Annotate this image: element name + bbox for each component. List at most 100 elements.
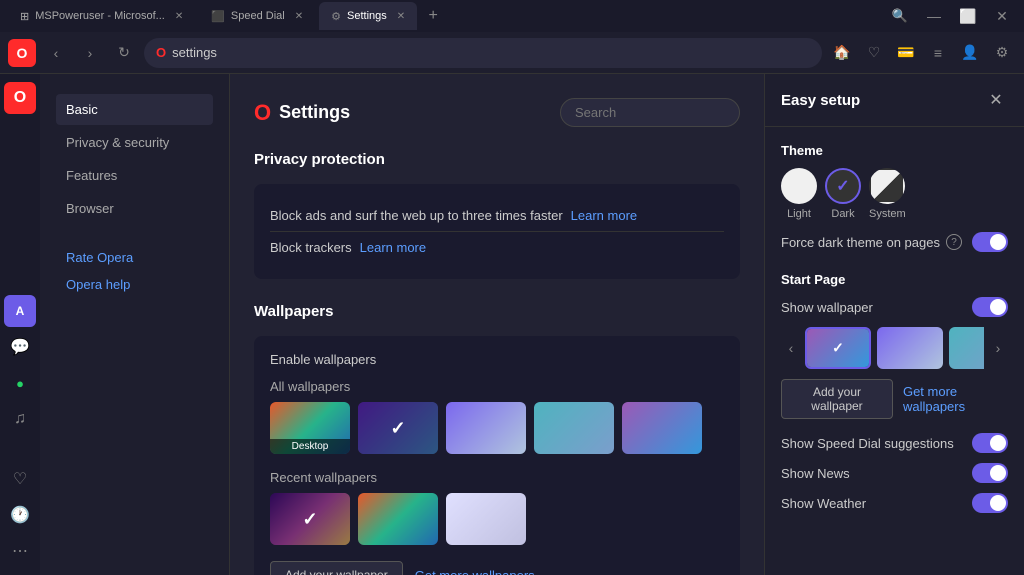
- nav-item-features[interactable]: Features: [56, 160, 213, 191]
- maximize-button[interactable]: ⬜: [954, 2, 982, 30]
- theme-label: Theme: [781, 143, 1008, 158]
- wallpaper-thumb-3[interactable]: [446, 402, 526, 454]
- forward-button[interactable]: ›: [76, 39, 104, 67]
- tab-speeddial[interactable]: ⬛ Speed Dial ✕: [199, 2, 315, 30]
- sidebar-item-aria[interactable]: A: [4, 295, 36, 327]
- sidebar-item-music[interactable]: ♫: [4, 403, 36, 435]
- settings-nav-icon[interactable]: ⚙: [988, 39, 1016, 67]
- new-tab-button[interactable]: +: [421, 4, 445, 28]
- force-dark-toggle[interactable]: [972, 232, 1008, 252]
- home-icon[interactable]: 🏠: [828, 39, 856, 67]
- wallpaper-label-1: Desktop: [270, 439, 350, 454]
- back-button[interactable]: ‹: [42, 39, 70, 67]
- show-news-label: Show News: [781, 466, 850, 481]
- enable-wallpapers-label: Enable wallpapers: [270, 352, 376, 367]
- force-dark-row: Force dark theme on pages ?: [781, 232, 1008, 252]
- sidebar-item-more[interactable]: ⋯: [4, 535, 36, 567]
- add-wallpaper-small-button[interactable]: Add your wallpaper: [781, 379, 893, 419]
- opera-logo[interactable]: O: [8, 39, 36, 67]
- easy-setup-close-button[interactable]: ✕: [984, 88, 1008, 112]
- search-browser-icon[interactable]: 🔍: [886, 2, 914, 30]
- sidebar-item-messenger[interactable]: 💬: [4, 331, 36, 363]
- tab-settings-close[interactable]: ✕: [397, 11, 405, 22]
- nav-link-help[interactable]: Opera help: [56, 271, 213, 298]
- nav-item-privacy[interactable]: Privacy & security: [56, 127, 213, 158]
- nav-item-basic[interactable]: Basic: [56, 94, 213, 125]
- tab-mspoweruser-close[interactable]: ✕: [175, 11, 183, 22]
- address-bar[interactable]: O settings: [144, 38, 822, 68]
- learn-more-ads[interactable]: Learn more: [571, 208, 637, 223]
- recent-thumb-3[interactable]: [446, 493, 526, 545]
- wallpaper-actions: Add your wallpaper Get more wallpapers: [270, 561, 724, 575]
- show-wallpaper-row: Show wallpaper: [781, 297, 1008, 317]
- theme-light-label: Light: [787, 208, 811, 220]
- get-more-wallpapers-link[interactable]: Get more wallpapers: [415, 568, 535, 575]
- tab-settings[interactable]: ⚙ Settings ✕: [319, 2, 417, 30]
- sidebar-item-favorites[interactable]: ♡: [4, 463, 36, 495]
- start-page-label: Start Page: [781, 272, 1008, 287]
- account-icon[interactable]: 👤: [956, 39, 984, 67]
- theme-system[interactable]: System: [869, 168, 906, 220]
- minimize-button[interactable]: —: [920, 2, 948, 30]
- carousel-left-arrow[interactable]: ‹: [781, 338, 801, 358]
- all-wallpapers-label: All wallpapers: [270, 379, 724, 394]
- sidebar-item-history[interactable]: 🕐: [4, 499, 36, 531]
- wallpaper-thumb-1[interactable]: Desktop: [270, 402, 350, 454]
- add-wallpaper-button[interactable]: Add your wallpaper: [270, 561, 403, 575]
- carousel-items: ✓: [805, 327, 984, 369]
- wallpaper-thumb-2[interactable]: ✓: [358, 402, 438, 454]
- tab-mspoweruser[interactable]: ⊞ MSPoweruser - Microsof... ✕: [8, 2, 195, 30]
- theme-dark-label: Dark: [831, 208, 854, 220]
- favorites-icon[interactable]: ♡: [860, 39, 888, 67]
- wallet-icon[interactable]: 💳: [892, 39, 920, 67]
- carousel-right-arrow[interactable]: ›: [988, 338, 1008, 358]
- all-wallpapers-grid: Desktop ✓: [270, 402, 724, 454]
- menu-icon[interactable]: ≡: [924, 39, 952, 67]
- easy-setup-title: Easy setup: [781, 92, 860, 109]
- wallpaper-thumb-5[interactable]: [622, 402, 702, 454]
- force-dark-info-icon[interactable]: ?: [946, 234, 962, 250]
- show-wallpaper-label: Show wallpaper: [781, 300, 873, 315]
- tab-speeddial-label: Speed Dial: [231, 10, 285, 22]
- wallpaper-thumb-4[interactable]: [534, 402, 614, 454]
- show-weather-toggle[interactable]: [972, 493, 1008, 513]
- opera-icon: O: [17, 45, 28, 61]
- music-icon: ♫: [14, 410, 26, 428]
- show-news-toggle[interactable]: [972, 463, 1008, 483]
- theme-light[interactable]: Light: [781, 168, 817, 220]
- get-more-wallpapers-small-link[interactable]: Get more wallpapers: [903, 384, 1008, 414]
- recent-thumb-1[interactable]: ✓: [270, 493, 350, 545]
- sidebar-item-whatsapp[interactable]: ●: [4, 367, 36, 399]
- privacy-ads-text: Block ads and surf the web up to three t…: [270, 208, 563, 223]
- enable-wallpapers-row: Enable wallpapers: [270, 352, 724, 367]
- theme-system-circle: [869, 168, 905, 204]
- settings-search-input[interactable]: [560, 98, 740, 127]
- sidebar-item-opera[interactable]: O: [4, 82, 36, 114]
- show-weather-row: Show Weather: [781, 493, 1008, 513]
- carousel-thumb-1[interactable]: ✓: [805, 327, 871, 369]
- messenger-icon: 💬: [10, 337, 30, 357]
- theme-dark[interactable]: Dark: [825, 168, 861, 220]
- carousel-thumb-3[interactable]: [949, 327, 984, 369]
- show-speed-dial-toggle[interactable]: [972, 433, 1008, 453]
- easy-setup-body: Theme Light Dark System: [765, 127, 1024, 549]
- recent-thumb-2[interactable]: [358, 493, 438, 545]
- learn-more-trackers[interactable]: Learn more: [360, 240, 426, 255]
- theme-system-label: System: [869, 208, 906, 220]
- tab-speeddial-close[interactable]: ✕: [295, 11, 303, 22]
- settings-main: O Settings Privacy protection Block ads …: [230, 74, 764, 575]
- sidebar-icons: O A 💬 ● ♫ ♡ 🕐 ⋯: [0, 74, 40, 575]
- heart-icon: ♡: [13, 469, 27, 489]
- show-wallpaper-toggle[interactable]: [972, 297, 1008, 317]
- nav-item-browser[interactable]: Browser: [56, 193, 213, 224]
- close-window-button[interactable]: ✕: [988, 2, 1016, 30]
- theme-light-circle: [781, 168, 817, 204]
- privacy-trackers-text: Block trackers: [270, 240, 352, 255]
- reload-button[interactable]: ↻: [110, 39, 138, 67]
- page-title: Settings: [279, 102, 350, 123]
- content-area: O A 💬 ● ♫ ♡ 🕐 ⋯: [0, 74, 1024, 575]
- settings-nav: Basic Privacy & security Features Browse…: [40, 74, 230, 575]
- nav-link-rate[interactable]: Rate Opera: [56, 244, 213, 271]
- carousel-thumb-2[interactable]: [877, 327, 943, 369]
- wallpaper-carousel: ‹ ✓ ›: [781, 327, 1008, 369]
